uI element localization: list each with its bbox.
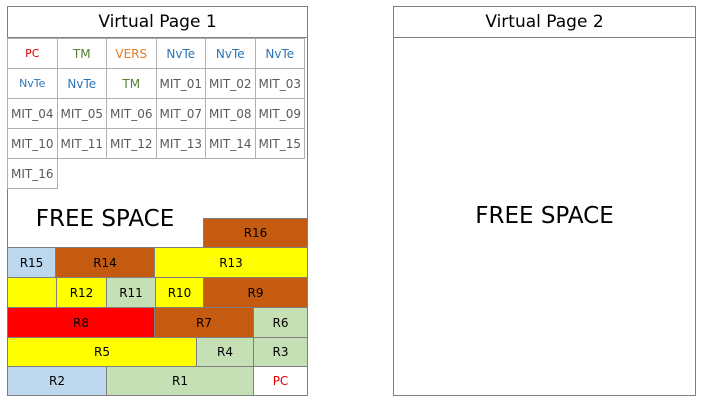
block-r7: R7 [154, 307, 254, 338]
register-cell: MIT_09 [254, 98, 305, 129]
virtual-page-1-title: Virtual Page 1 [7, 6, 308, 38]
page-1-free-space-label: FREE SPACE [35, 206, 175, 232]
block-r4: R4 [196, 337, 254, 367]
register-cell: MIT_12 [106, 128, 157, 159]
block-r5: R5 [7, 337, 197, 367]
block-r10: R10 [155, 277, 204, 308]
block-r11: R11 [106, 277, 156, 308]
register-cell: MIT_05 [56, 98, 107, 129]
register-cell: NvTe [7, 68, 58, 99]
block-r14: R14 [55, 247, 155, 278]
block-r15: R15 [7, 247, 56, 278]
register-cell: MIT_06 [106, 98, 157, 129]
register-cell: MIT_15 [254, 128, 305, 159]
register-cell: NvTe [254, 38, 305, 69]
register-cell: MIT_11 [56, 128, 107, 159]
block-r9: R9 [203, 277, 308, 308]
register-cell: NvTe [205, 38, 256, 69]
register-cell: NvTe [155, 38, 206, 69]
block-pc: PC [253, 366, 308, 396]
register-cell: MIT_13 [155, 128, 206, 159]
register-cell: MIT_10 [7, 128, 58, 159]
register-cell: MIT_03 [254, 68, 305, 99]
block-r6: R6 [253, 307, 308, 338]
block-r2: R2 [7, 366, 107, 396]
virtual-page-2-title: Virtual Page 2 [393, 6, 696, 38]
register-cell: MIT_02 [205, 68, 256, 99]
block-r16: R16 [203, 218, 308, 248]
register-cell: TM [56, 38, 107, 69]
register-cell: MIT_16 [7, 158, 58, 189]
block-unlabeled [7, 277, 57, 308]
page-2-free-space-label: FREE SPACE [475, 203, 614, 229]
register-cell: MIT_07 [155, 98, 206, 129]
block-r1: R1 [106, 366, 254, 396]
block-r3: R3 [253, 337, 308, 367]
register-cell: MIT_01 [155, 68, 206, 99]
register-cell: MIT_04 [7, 98, 58, 129]
register-cell: VERS [106, 38, 157, 69]
block-r12: R12 [56, 277, 107, 308]
register-cell: TM [106, 68, 157, 99]
block-r8: R8 [7, 307, 155, 338]
block-r13: R13 [154, 247, 308, 278]
register-cell: PC [7, 38, 58, 69]
register-cell: MIT_08 [205, 98, 256, 129]
register-cell: MIT_14 [205, 128, 256, 159]
register-cell: NvTe [56, 68, 107, 99]
